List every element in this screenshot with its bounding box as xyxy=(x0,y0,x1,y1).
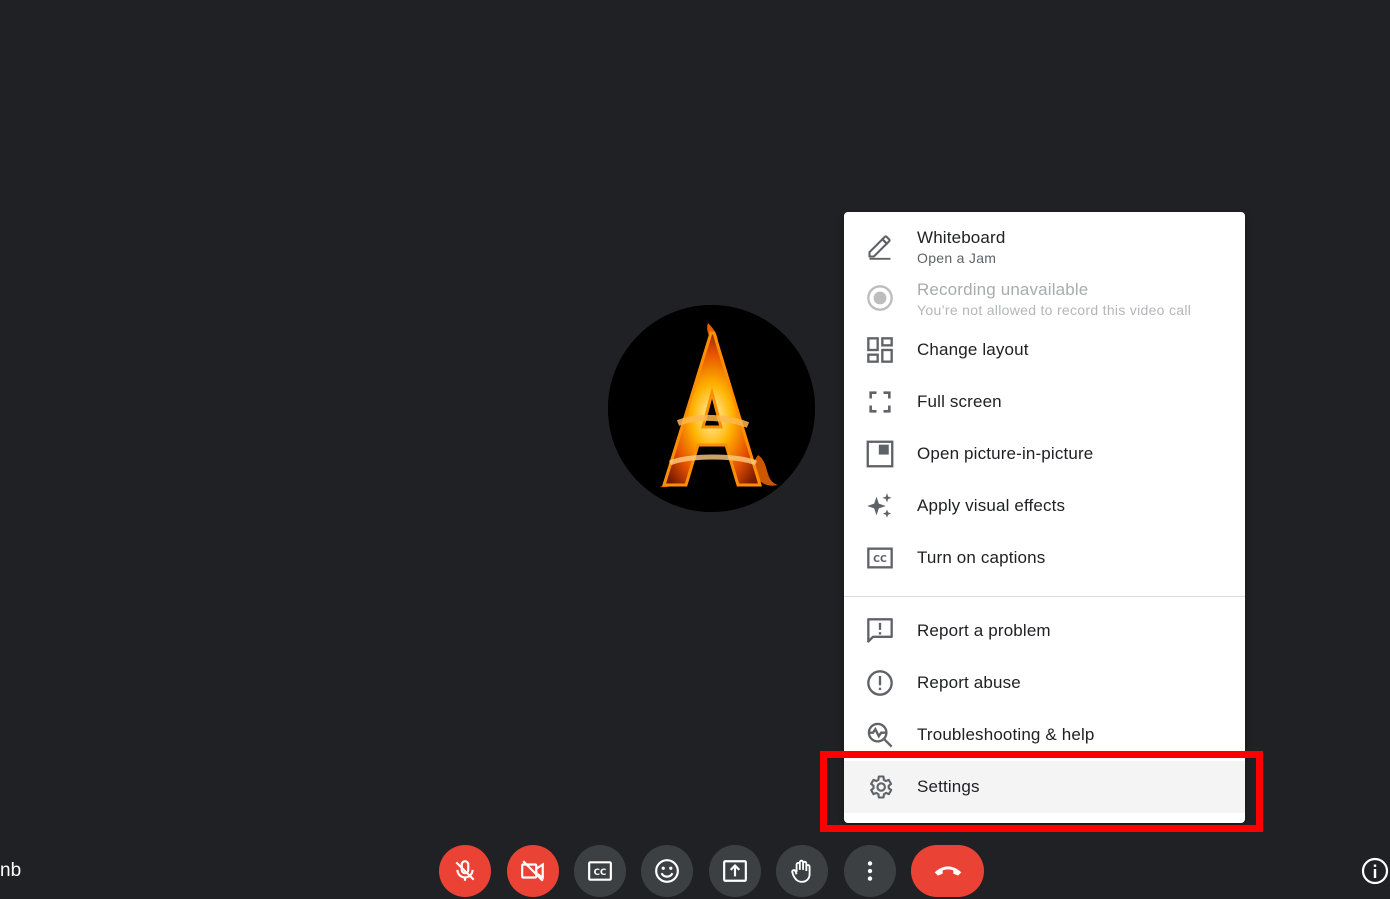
svg-text:CC: CC xyxy=(594,868,607,878)
mic-toggle-button[interactable] xyxy=(439,845,491,897)
more-options-button[interactable] xyxy=(844,845,896,897)
info-icon xyxy=(1361,857,1389,885)
menu-item-label: Report abuse xyxy=(917,673,1021,692)
menu-item-recording: Recording unavailable You’re not allowed… xyxy=(844,272,1245,324)
menu-item-label: Change layout xyxy=(917,340,1029,359)
participant-name: nb xyxy=(0,860,22,881)
mic-off-icon xyxy=(455,860,475,881)
troubleshoot-icon xyxy=(866,721,894,749)
camera-toggle-button[interactable] xyxy=(507,845,559,897)
meeting-stage: Whiteboard Open a Jam Recording unavaila… xyxy=(0,0,1390,899)
cc-icon: CC xyxy=(588,861,612,881)
raise-hand-button[interactable] xyxy=(776,845,828,897)
menu-item-whiteboard[interactable]: Whiteboard Open a Jam xyxy=(844,220,1245,272)
menu-item-label: Whiteboard xyxy=(917,228,1006,247)
participant-avatar xyxy=(608,305,815,512)
more-vert-icon xyxy=(867,861,873,881)
menu-item-label: Troubleshooting & help xyxy=(917,725,1095,744)
present-icon xyxy=(723,860,747,882)
feedback-icon xyxy=(866,617,894,645)
menu-item-label: Report a problem xyxy=(917,621,1051,640)
highlight-annotation-box xyxy=(820,751,1263,832)
menu-item-report-problem[interactable]: Report a problem xyxy=(844,605,1245,657)
menu-item-label: Full screen xyxy=(917,392,1002,411)
alert-circle-icon xyxy=(866,669,894,697)
leave-call-button[interactable] xyxy=(911,845,984,897)
menu-item-visual-effects[interactable]: Apply visual effects xyxy=(844,480,1245,532)
menu-item-full-screen[interactable]: Full screen xyxy=(844,376,1245,428)
menu-item-change-layout[interactable]: Change layout xyxy=(844,324,1245,376)
svg-text:CC: CC xyxy=(873,554,887,565)
more-options-menu: Whiteboard Open a Jam Recording unavaila… xyxy=(844,212,1245,823)
fullscreen-icon xyxy=(866,388,894,416)
menu-item-label: Recording unavailable xyxy=(917,280,1089,299)
pip-icon xyxy=(866,440,894,468)
menu-item-picture-in-picture[interactable]: Open picture-in-picture xyxy=(844,428,1245,480)
menu-item-report-abuse[interactable]: Report abuse xyxy=(844,657,1245,709)
menu-item-label: Turn on captions xyxy=(917,548,1046,567)
flame-letter-logo xyxy=(608,305,815,512)
menu-divider xyxy=(844,596,1245,597)
hang-up-icon xyxy=(934,866,961,876)
camera-off-icon xyxy=(521,860,544,882)
menu-item-sub: Open a Jam xyxy=(917,250,997,266)
hand-icon xyxy=(791,859,811,883)
present-button[interactable] xyxy=(709,845,761,897)
menu-item-sub: You’re not allowed to record this video … xyxy=(917,302,1192,318)
emoji-icon xyxy=(655,859,679,883)
captions-button[interactable]: CC xyxy=(574,845,626,897)
layout-icon xyxy=(866,336,894,364)
sparkle-icon xyxy=(866,492,894,520)
menu-item-label: Open picture-in-picture xyxy=(917,444,1094,463)
pen-icon xyxy=(866,232,894,260)
meeting-details-button[interactable] xyxy=(1360,856,1390,886)
reactions-button[interactable] xyxy=(641,845,693,897)
menu-item-captions[interactable]: CC Turn on captions xyxy=(844,532,1245,584)
menu-item-label: Apply visual effects xyxy=(917,496,1066,515)
captions-icon: CC xyxy=(866,544,894,572)
record-icon xyxy=(866,284,894,312)
